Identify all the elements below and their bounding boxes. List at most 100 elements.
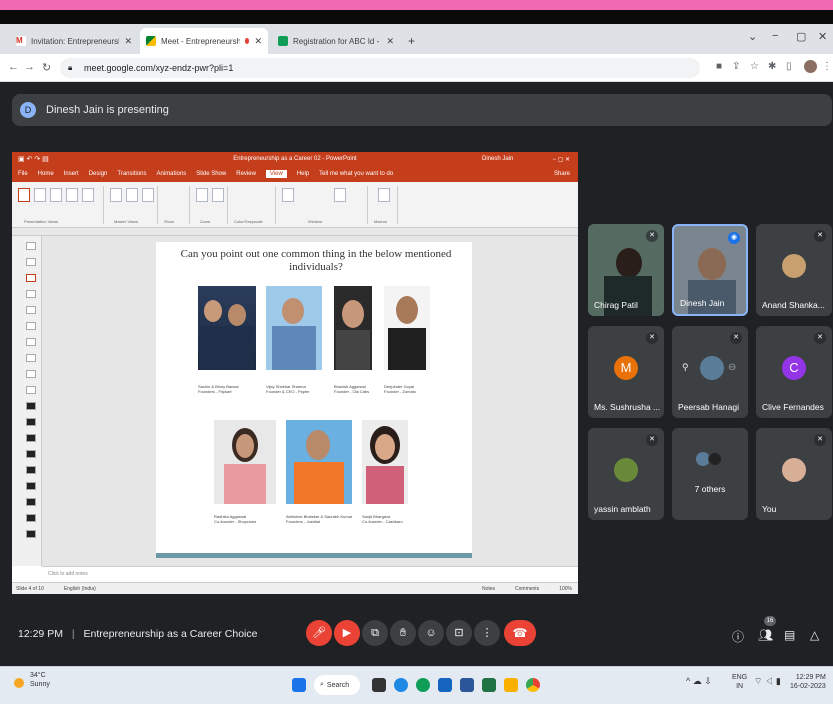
ppt-menu-help[interactable]: Help xyxy=(297,171,309,177)
activities-icon[interactable]: △ xyxy=(810,628,819,642)
slide-thumbnail[interactable] xyxy=(26,322,36,330)
ppt-slide-thumbnails[interactable] xyxy=(12,236,42,566)
chrome-active-icon[interactable] xyxy=(526,678,540,692)
slide-thumbnail[interactable] xyxy=(26,354,36,362)
word-icon[interactable] xyxy=(460,678,474,692)
camera-toggle-button[interactable]: ▶ xyxy=(334,620,360,646)
ppt-share-button[interactable]: Share xyxy=(554,171,570,177)
language-indicator[interactable]: ENG IN xyxy=(732,673,747,691)
slide-thumbnail[interactable] xyxy=(26,530,36,538)
tab-registration[interactable]: Registration for ABC Id - Google ✕ xyxy=(272,28,400,54)
people-icon[interactable]: 👥︎ xyxy=(758,628,773,642)
slide-thumbnail[interactable] xyxy=(26,434,36,442)
bookmark-star-icon[interactable]: ☆ xyxy=(750,62,760,72)
reload-icon[interactable]: ↻ xyxy=(42,61,51,74)
extensions-icon[interactable]: ✱ xyxy=(768,62,778,72)
slide-thumbnail[interactable] xyxy=(26,450,36,458)
tray-icons[interactable]: ^ ☁ ⇩ xyxy=(686,677,712,686)
forward-icon[interactable]: → xyxy=(24,61,35,73)
taskbar-search[interactable]: ⌕ Search xyxy=(314,675,360,695)
side-panel-icon[interactable]: ▯ xyxy=(786,62,796,72)
participant-tile[interactable]: M ✕ Ms. Sushrusha ... xyxy=(588,326,664,418)
ppt-menu-animations[interactable]: Animations xyxy=(157,171,187,177)
ppt-notes-pane[interactable]: Click to add notes xyxy=(42,566,578,582)
maximize-button[interactable]: ▢ xyxy=(796,30,806,43)
normal-view-icon[interactable] xyxy=(18,188,30,202)
close-icon[interactable]: ✕ xyxy=(386,36,394,47)
mic-toggle-button[interactable]: 🎤︎ xyxy=(306,620,332,646)
slide-thumbnail[interactable] xyxy=(26,482,36,490)
ppt-menu-review[interactable]: Review xyxy=(236,171,256,177)
participant-tile[interactable]: ✕ Chirag Patil xyxy=(588,224,664,316)
raise-hand-button[interactable]: ✋︎ xyxy=(390,620,416,646)
fit-window-icon[interactable] xyxy=(212,188,224,202)
slide-thumbnail[interactable] xyxy=(26,258,36,266)
participant-tile-self[interactable]: ✕ You xyxy=(756,428,832,520)
switch-windows-icon[interactable] xyxy=(334,188,346,202)
slide-thumbnail[interactable] xyxy=(26,274,36,282)
menu-dots-icon[interactable]: ⋮ xyxy=(822,62,832,72)
chat-icon[interactable]: ▤ xyxy=(784,628,795,642)
ppt-menu-design[interactable]: Design xyxy=(89,171,108,177)
ppt-menu-view[interactable]: View xyxy=(265,170,287,178)
network-volume-battery-icons[interactable]: ⌔ ◁ ▮ xyxy=(754,677,781,686)
slide-thumbnail[interactable] xyxy=(26,370,36,378)
outline-view-icon[interactable] xyxy=(34,188,46,202)
macros-icon[interactable] xyxy=(378,188,390,202)
slide-sorter-icon[interactable] xyxy=(50,188,62,202)
store-icon[interactable] xyxy=(438,678,452,692)
close-icon[interactable]: ✕ xyxy=(254,36,262,47)
ppt-menu-file[interactable]: File xyxy=(18,171,28,177)
participant-tile[interactable]: ✕ yassin amblath xyxy=(588,428,664,520)
captions-button[interactable]: ⧉ xyxy=(362,620,388,646)
minimize-button[interactable]: − xyxy=(772,30,778,42)
handout-master-icon[interactable] xyxy=(126,188,138,202)
shared-screen-powerpoint[interactable]: ▣ ↶ ↷ ▤ Entrepreneurship as a Career 02 … xyxy=(12,152,578,594)
slide-thumbnail[interactable] xyxy=(26,466,36,474)
slide-thumbnail[interactable] xyxy=(26,514,36,522)
slide-thumbnail[interactable] xyxy=(26,418,36,426)
file-explorer-icon[interactable] xyxy=(504,678,518,692)
zoom-icon[interactable] xyxy=(196,188,208,202)
notes-master-icon[interactable] xyxy=(142,188,154,202)
chrome-icon[interactable] xyxy=(416,678,430,692)
info-icon[interactable]: ⓘ xyxy=(732,628,744,645)
participant-tile-others[interactable]: 7 others xyxy=(672,428,748,520)
new-tab-button[interactable]: + xyxy=(402,28,422,54)
leave-call-button[interactable]: ☎︎ xyxy=(504,620,536,646)
new-window-icon[interactable] xyxy=(282,188,294,202)
ppt-tell-me[interactable]: Tell me what you want to do xyxy=(319,171,393,177)
more-options-button[interactable]: ⋮ xyxy=(474,620,500,646)
present-button[interactable]: ⊡ xyxy=(446,620,472,646)
share-icon[interactable]: ⇪ xyxy=(732,62,742,72)
excel-icon[interactable] xyxy=(482,678,496,692)
ppt-menu-transitions[interactable]: Transitions xyxy=(117,171,146,177)
tab-meet[interactable]: Meet - Entrepreneurship as ✕ xyxy=(140,28,268,54)
tab-invitation[interactable]: M Invitation: Entrepreneurship as a ✕ xyxy=(10,28,138,54)
close-icon[interactable]: ✕ xyxy=(124,36,132,47)
ppt-menu-insert[interactable]: Insert xyxy=(64,171,79,177)
slide-thumbnail[interactable] xyxy=(26,402,36,410)
tab-search-icon[interactable]: ⌄ xyxy=(748,30,757,43)
profile-avatar[interactable] xyxy=(804,60,817,73)
status-notes-button[interactable]: Notes xyxy=(482,586,495,592)
url-input[interactable]: 🔒︎ meet.google.com/xyz-endz-pwr?pli=1 xyxy=(60,58,700,78)
start-icon[interactable] xyxy=(292,678,306,692)
clock[interactable]: 12:29 PM 16-02-2023 xyxy=(790,673,826,691)
slide-thumbnail[interactable] xyxy=(26,498,36,506)
participant-tile-active-speaker[interactable]: ◉ Dinesh Jain xyxy=(672,224,748,316)
reactions-button[interactable]: ☺ xyxy=(418,620,444,646)
slide-thumbnail[interactable] xyxy=(26,290,36,298)
slide-master-icon[interactable] xyxy=(110,188,122,202)
slide-thumbnail[interactable] xyxy=(26,306,36,314)
status-zoom[interactable]: 100% xyxy=(559,586,572,592)
status-comments-button[interactable]: Comments xyxy=(515,586,539,592)
edge-icon[interactable] xyxy=(394,678,408,692)
slide-thumbnail[interactable] xyxy=(26,386,36,394)
slide-thumbnail[interactable] xyxy=(26,338,36,346)
close-window-button[interactable]: ✕ xyxy=(818,30,827,43)
participant-tile[interactable]: C ✕ Clive Fernandes xyxy=(756,326,832,418)
back-icon[interactable]: ← xyxy=(8,61,19,73)
reading-view-icon[interactable] xyxy=(82,188,94,202)
slide-thumbnail[interactable] xyxy=(26,242,36,250)
